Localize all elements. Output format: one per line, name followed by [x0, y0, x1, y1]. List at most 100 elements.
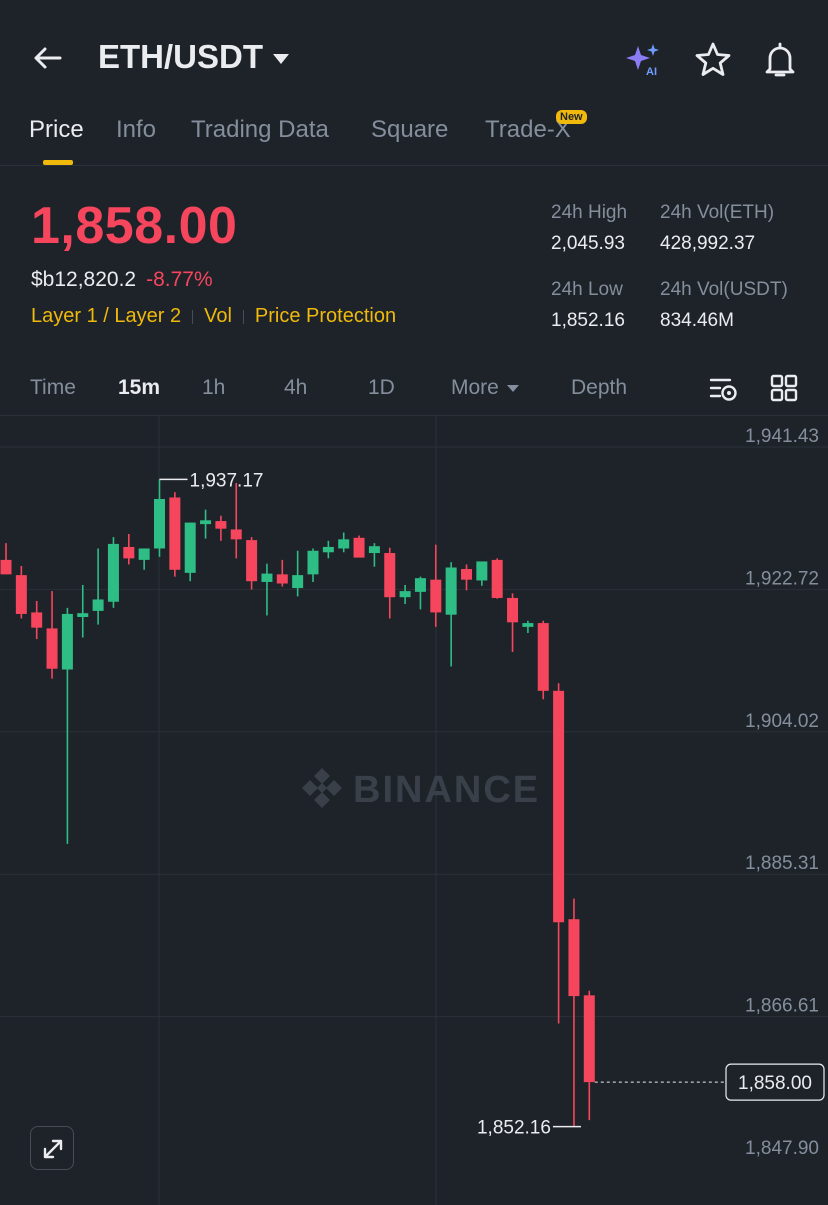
- candle-down: [491, 559, 503, 598]
- pair-title: ETH/USDT: [98, 38, 263, 75]
- divider: [192, 309, 194, 324]
- tab-info[interactable]: Info: [116, 116, 156, 144]
- candle-down: [507, 597, 519, 623]
- candle-up: [154, 498, 165, 549]
- stat-vol-usdt-value: 834.46M: [660, 310, 734, 331]
- chevron-down-icon: [273, 54, 289, 64]
- interval-depth[interactable]: Depth: [571, 376, 627, 400]
- y-tick-label: 1,847.90: [745, 1138, 819, 1159]
- back-arrow-icon[interactable]: [30, 40, 66, 76]
- bell-icon[interactable]: [760, 40, 800, 80]
- tag-layer[interactable]: Layer 1 / Layer 2: [31, 305, 181, 328]
- candle-down: [246, 540, 258, 582]
- candle-up: [200, 520, 212, 525]
- active-tab-indicator: [43, 160, 73, 165]
- candle-up: [138, 548, 150, 560]
- last-price: 1,858.00: [31, 197, 238, 255]
- candle-down: [230, 529, 242, 540]
- stat-vol-usdt-label: 24h Vol(USDT): [660, 279, 788, 300]
- y-tick-label: 1,904.02: [745, 711, 819, 732]
- candle-down: [0, 559, 12, 575]
- low-marker-label: 1,852.16: [477, 1118, 551, 1139]
- ai-sparkle-icon[interactable]: AI: [624, 40, 664, 80]
- candle-up: [307, 550, 319, 575]
- candle-down: [537, 623, 549, 691]
- candle-up: [107, 543, 119, 602]
- stat-high-value: 2,045.93: [551, 233, 625, 254]
- stat-high-label: 24h High: [551, 202, 628, 223]
- tab-trading-data[interactable]: Trading Data: [191, 116, 329, 144]
- price-change: -8.77%: [146, 268, 213, 291]
- interval-1h[interactable]: 1h: [202, 376, 225, 400]
- candle-up: [338, 539, 350, 549]
- binance-logo-icon: [302, 768, 342, 808]
- candle-up: [184, 522, 196, 573]
- interval-more-label: More: [451, 376, 499, 399]
- candle-up: [399, 591, 411, 598]
- candle-down: [553, 690, 565, 923]
- stat-vol-eth-label: 24h Vol(ETH): [660, 202, 775, 223]
- interval-bar: Time 15m 1h 4h 1D More Depth: [0, 360, 828, 416]
- high-marker-label: 1,937.17: [190, 470, 264, 491]
- tab-square[interactable]: Square: [371, 116, 448, 144]
- tag-vol[interactable]: Vol: [204, 305, 232, 328]
- candle-down: [123, 546, 135, 559]
- tag-price-protection[interactable]: Price Protection: [255, 305, 396, 328]
- tab-bar: Price Info Trading Data Square Trade-X N…: [0, 110, 828, 166]
- star-icon[interactable]: [693, 40, 733, 80]
- candle-down: [215, 521, 227, 529]
- candle-up: [368, 546, 380, 554]
- y-tick-label: 1,922.72: [745, 568, 819, 589]
- interval-1d[interactable]: 1D: [368, 376, 395, 400]
- interval-4h[interactable]: 4h: [284, 376, 307, 400]
- binance-watermark: BINANCE: [302, 768, 540, 811]
- watermark-text: BINANCE: [353, 769, 540, 811]
- candle-down: [568, 919, 580, 997]
- candle-up: [476, 561, 488, 581]
- candle-up: [322, 546, 334, 553]
- header: ETH/USDT AI: [0, 0, 828, 110]
- candle-up: [77, 613, 89, 617]
- candle-down: [430, 579, 442, 613]
- candle-down: [31, 612, 43, 628]
- candle-up: [61, 613, 73, 670]
- candle-up: [261, 573, 273, 582]
- y-tick-label: 1,866.61: [745, 996, 819, 1017]
- candlestick-chart[interactable]: BINANCE 1,937.17 1,852.16 1,858.00 1,941…: [0, 416, 828, 1205]
- candle-down: [276, 574, 288, 584]
- candle-down: [169, 497, 181, 570]
- candle-down: [461, 569, 472, 580]
- y-axis: 1,941.43 1,922.72 1,904.02 1,885.31 1,866.61…: [745, 426, 819, 1159]
- divider: [242, 309, 244, 324]
- tab-price[interactable]: Price: [29, 116, 84, 144]
- stat-vol-eth-value: 428,992.37: [660, 233, 756, 254]
- candle-up: [414, 578, 426, 592]
- last-price-label: 1,858.00: [738, 1073, 812, 1094]
- y-tick-label: 1,885.31: [745, 853, 819, 874]
- candle-down: [15, 575, 27, 614]
- interval-15m[interactable]: 15m: [118, 376, 160, 400]
- tag-row: Layer 1 / Layer 2 Vol Price Protection: [31, 305, 396, 328]
- candle-down: [384, 553, 396, 598]
- expand-chart-button[interactable]: [30, 1126, 74, 1170]
- candle-up: [522, 623, 534, 627]
- candle-down: [46, 628, 58, 669]
- pair-selector[interactable]: ETH/USDT: [98, 38, 289, 76]
- price-sub-row: $b12,820.2 -8.77%: [31, 268, 213, 292]
- chevron-down-icon: [506, 384, 519, 392]
- interval-time[interactable]: Time: [30, 376, 76, 400]
- svg-text:AI: AI: [646, 66, 657, 78]
- y-tick-label: 1,941.43: [745, 426, 819, 447]
- interval-more[interactable]: More: [451, 376, 519, 400]
- chart-settings-icon[interactable]: [708, 374, 740, 404]
- new-badge: New: [556, 110, 587, 124]
- candle-up: [92, 599, 104, 611]
- stat-low-value: 1,852.16: [551, 310, 625, 331]
- candle-down: [583, 995, 595, 1083]
- fiat-price: $b12,820.2: [31, 268, 137, 291]
- grid-layout-icon[interactable]: [770, 374, 798, 402]
- stat-low-label: 24h Low: [551, 279, 623, 300]
- candle-up: [292, 575, 304, 589]
- expand-icon: [43, 1139, 63, 1159]
- candle-down: [353, 537, 365, 558]
